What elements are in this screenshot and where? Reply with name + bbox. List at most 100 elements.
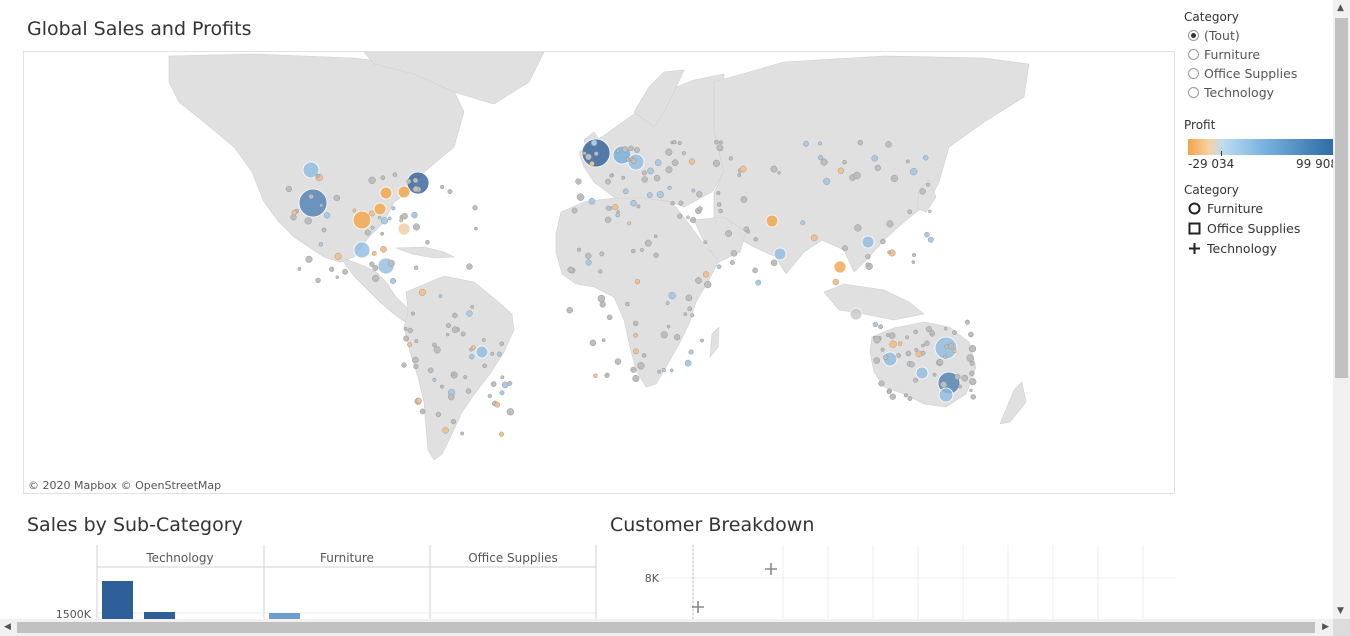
profit-dot[interactable] [460,431,464,436]
profit-dot[interactable] [599,251,605,257]
profit-dot[interactable] [440,184,445,189]
profit-dot[interactable] [615,212,620,218]
profit-dot[interactable] [628,145,634,152]
profit-dot[interactable] [446,323,452,329]
profit-dot[interactable] [823,177,831,185]
profit-dot[interactable] [737,173,742,177]
world-map[interactable] [24,52,1175,494]
profit-dot[interactable] [412,223,420,231]
profit-dot[interactable] [630,366,637,373]
profit-dot[interactable] [438,294,443,298]
profit-bubble[interactable] [833,260,847,274]
profit-dot[interactable] [304,217,312,225]
profit-dot[interactable] [501,381,509,389]
radio-icon[interactable] [1188,86,1199,98]
profit-bubble[interactable] [773,247,787,261]
profit-dot[interactable] [730,250,738,257]
customer-breakdown-chart[interactable]: 8K [610,545,1176,619]
profit-dot[interactable] [433,346,441,354]
profit-dot[interactable] [665,166,673,174]
profit-dot[interactable] [418,288,426,296]
profit-dot[interactable] [403,335,409,342]
profit-dot[interactable] [656,191,664,199]
profit-dot[interactable] [677,213,683,219]
profit-dot[interactable] [903,393,909,398]
profit-dot[interactable] [880,238,886,245]
bar-technology-1[interactable] [102,581,133,619]
profit-dot[interactable] [696,191,703,198]
profit-dot[interactable] [419,408,426,415]
profit-dot[interactable] [297,266,302,271]
profit-dot[interactable] [318,242,323,247]
profit-dot[interactable] [672,140,677,145]
profit-dot[interactable] [321,227,327,233]
profit-dot[interactable] [414,339,419,344]
profit-dot[interactable] [905,335,910,340]
profit-dot[interactable] [425,240,430,245]
profit-dot[interactable] [968,345,977,353]
profit-dot[interactable] [853,171,861,180]
profit-dot[interactable] [406,178,412,184]
profit-dot[interactable] [305,255,313,263]
profit-dot[interactable] [746,229,751,234]
profit-dot[interactable] [496,351,502,357]
sales-profit-map[interactable]: © 2020 Mapbox © OpenStreetMap [23,51,1175,494]
profit-dot[interactable] [630,158,637,164]
profit-dot[interactable] [333,194,340,202]
profit-bubble[interactable] [861,235,875,249]
profit-dot[interactable] [427,367,434,374]
profit-dot[interactable] [817,154,824,161]
profit-dot[interactable] [609,174,614,178]
profit-dot[interactable] [494,401,501,408]
filter-option-office-supplies[interactable]: Office Supplies [1188,65,1297,81]
vertical-scroll-thumb[interactable] [1335,18,1348,378]
profit-dot[interactable] [606,314,613,321]
profit-dot[interactable] [399,218,404,223]
profit-dot[interactable] [872,321,879,328]
profit-dot[interactable] [612,204,619,211]
profit-dot[interactable] [665,148,673,156]
profit-dot[interactable] [352,208,357,213]
profit-dot[interactable] [888,332,896,339]
profit-bubble[interactable] [765,214,779,228]
profit-dot[interactable] [687,306,693,312]
profit-dot[interactable] [926,182,930,187]
profit-dot[interactable] [686,215,690,220]
profit-dot[interactable] [487,393,492,399]
profit-dot[interactable] [482,363,487,368]
profit-dot[interactable] [499,431,505,437]
profit-dot[interactable] [752,267,758,274]
profit-dot[interactable] [466,310,473,317]
profit-dot[interactable] [770,259,778,267]
scroll-down-arrow-icon[interactable]: ▼ [1337,606,1344,616]
profit-dot[interactable] [728,156,733,161]
profit-dot[interactable] [432,377,437,382]
profit-dot[interactable] [440,384,444,389]
profit-dot[interactable] [391,206,396,211]
profit-dot[interactable] [627,221,632,226]
profit-dot[interactable] [625,301,630,307]
profit-dot[interactable] [451,326,459,334]
horizontal-scrollbar[interactable]: ◀ ▶ [0,619,1333,636]
sales-by-subcategory-chart[interactable]: Technology Furniture Office Supplies 150… [23,545,598,619]
profit-dot[interactable] [970,394,976,400]
profit-dot[interactable] [403,326,408,331]
profit-dot[interactable] [654,159,662,166]
profit-dot[interactable] [435,411,442,418]
profit-dot[interactable] [589,161,595,167]
profit-dot[interactable] [940,381,947,388]
profit-dot[interactable] [636,204,641,209]
profit-dot[interactable] [390,277,397,284]
profit-dot[interactable] [952,349,957,354]
profit-dot[interactable] [677,140,682,145]
profit-dot[interactable] [481,338,486,342]
profit-bubble[interactable] [915,366,929,380]
profit-bubble[interactable] [379,186,393,200]
profit-dot[interactable] [912,252,917,257]
profit-dot[interactable] [631,248,636,254]
profit-dot[interactable] [668,292,676,300]
profit-dot[interactable] [716,144,724,152]
profit-dot[interactable] [616,210,620,214]
profit-dot[interactable] [632,375,640,383]
profit-dot[interactable] [923,154,929,161]
